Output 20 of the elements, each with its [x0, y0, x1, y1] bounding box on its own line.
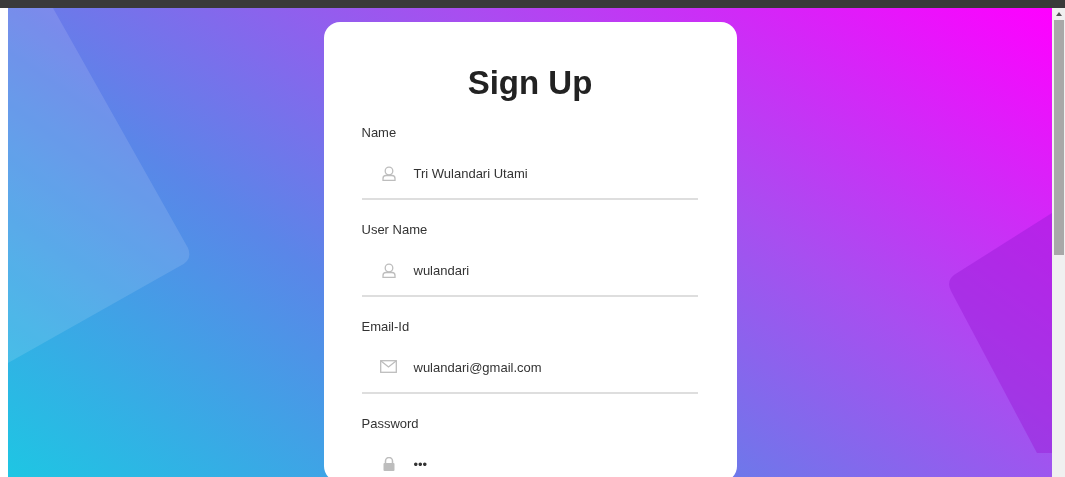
field-label: Email-Id [361, 319, 411, 335]
envelope-icon [380, 360, 397, 373]
scroll-up-icon[interactable] [1055, 12, 1062, 16]
field-label: Name [361, 125, 398, 141]
field-label: User Name [361, 222, 429, 238]
input-field[interactable]: Tri Wulandari Utami [361, 158, 698, 200]
field-label: Password [361, 416, 420, 432]
scrollbar-thumb[interactable] [1053, 20, 1064, 255]
input-field[interactable]: wulandari [361, 255, 698, 297]
field-value: Tri Wulandari Utami [413, 166, 528, 182]
person-icon [381, 166, 396, 181]
field-value: ••• [413, 457, 428, 473]
input-field[interactable]: ••• [361, 449, 698, 477]
page-title: Sign Up [466, 66, 594, 99]
lock-icon [382, 457, 395, 471]
person-icon [381, 263, 396, 278]
scrollbar[interactable] [1052, 8, 1065, 477]
input-field[interactable]: wulandari@gmail.com [361, 352, 698, 394]
field-value: wulandari [413, 263, 470, 279]
field-value: wulandari@gmail.com [413, 360, 542, 376]
